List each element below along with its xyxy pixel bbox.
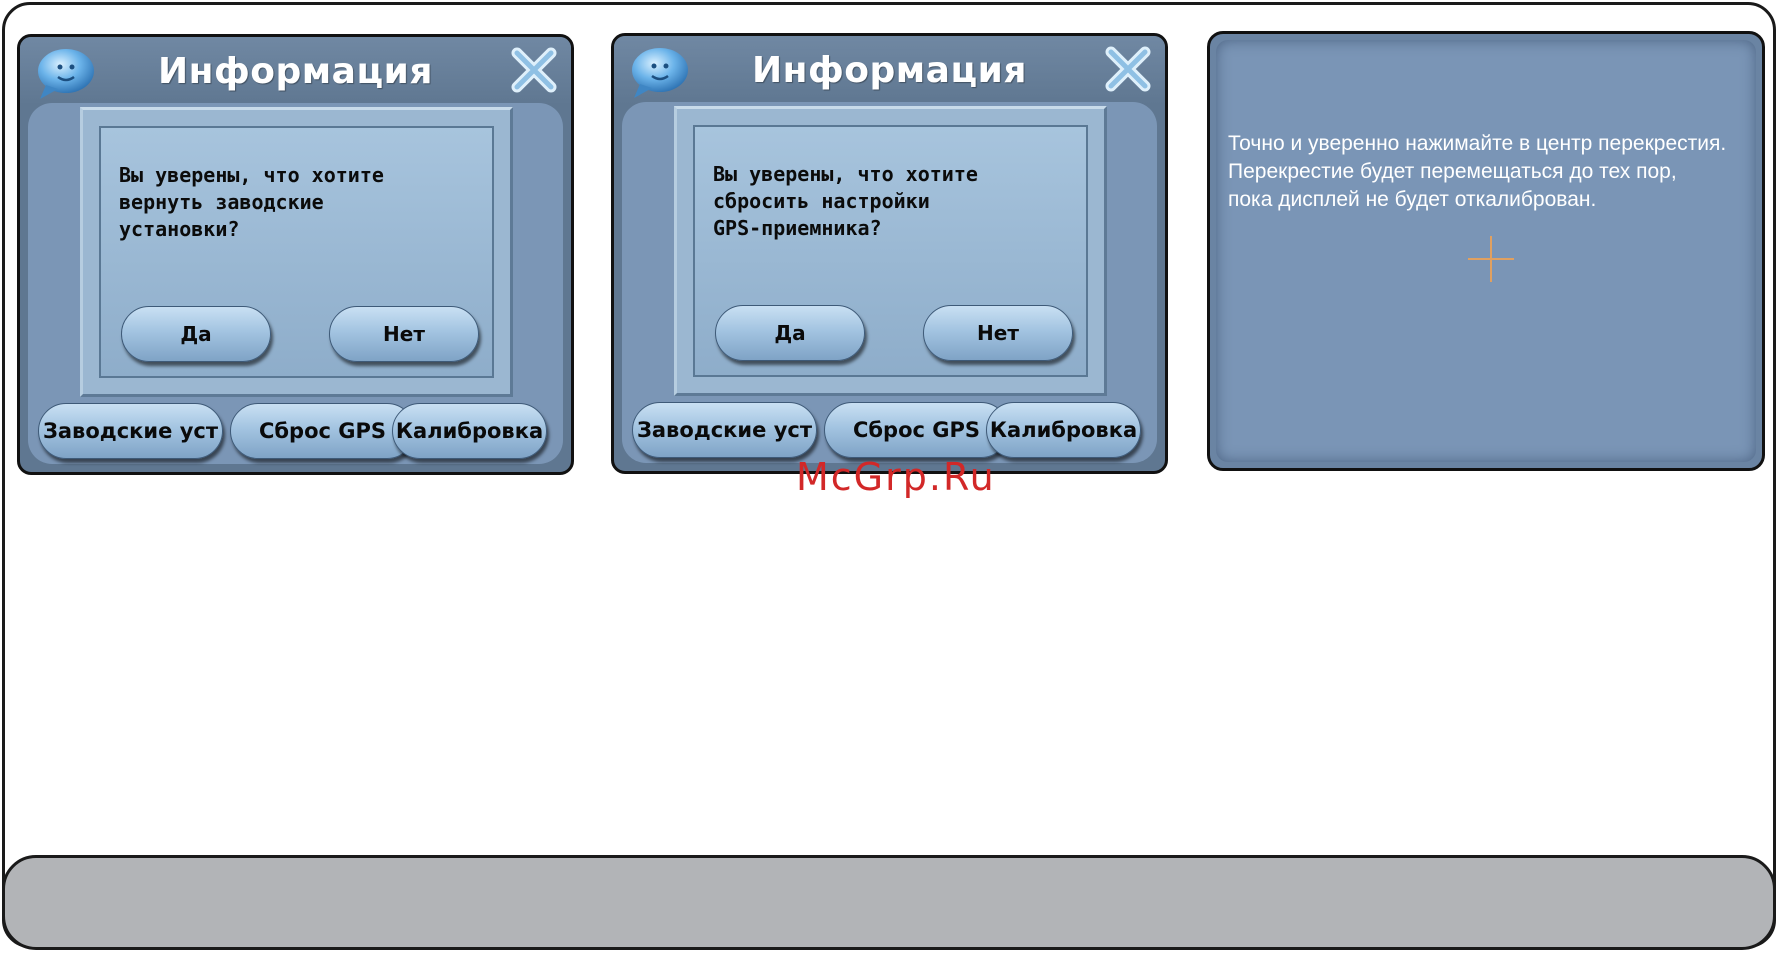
message-box: Вы уверены, что хотите сбросить настройк… [693,125,1088,377]
no-button[interactable]: Нет [329,306,479,362]
calibration-button[interactable]: Калибровка [986,402,1141,458]
titlebar: Информация [20,37,571,105]
calibration-screen[interactable]: Точно и уверенно нажимайте в центр перек… [1207,31,1765,471]
dialog-title: Информация [752,50,1027,91]
watermark: McGrp.Ru [796,455,996,499]
no-button[interactable]: Нет [923,305,1073,361]
dialog-body: Вы уверены, что хотите сбросить настройк… [622,102,1157,463]
dialog-title: Информация [158,51,433,92]
yes-button[interactable]: Да [715,305,865,361]
confirm-message: Вы уверены, что хотите вернуть заводские… [119,163,384,241]
close-icon[interactable] [509,45,559,95]
info-dialog-gps-reset: Информация Вы уверены, что хотите сброси… [611,33,1168,474]
factory-settings-button[interactable]: Заводские уст [38,403,223,459]
dialog-body: Вы уверены, что хотите вернуть заводские… [28,103,563,464]
message-frame: Вы уверены, что хотите вернуть заводские… [80,107,513,397]
reset-gps-button[interactable]: Сброс GPS [824,402,1009,458]
confirm-message: Вы уверены, что хотите сбросить настройк… [713,162,978,240]
info-dialog-factory-reset: Информация Вы уверены, что хотите вернут… [17,34,574,475]
calibration-area[interactable]: Точно и уверенно нажимайте в центр перек… [1216,40,1756,462]
footer-bar [2,855,1776,950]
calibration-button[interactable]: Калибровка [392,403,547,459]
reset-gps-button[interactable]: Сброс GPS [230,403,415,459]
message-frame: Вы уверены, что хотите сбросить настройк… [674,106,1107,396]
yes-button[interactable]: Да [121,306,271,362]
calibration-instruction: Точно и уверенно нажимайте в центр перек… [1228,132,1727,211]
factory-settings-button[interactable]: Заводские уст [632,402,817,458]
crosshair-icon[interactable] [1468,236,1514,282]
message-box: Вы уверены, что хотите вернуть заводские… [99,126,494,378]
titlebar: Информация [614,36,1165,104]
close-icon[interactable] [1103,44,1153,94]
